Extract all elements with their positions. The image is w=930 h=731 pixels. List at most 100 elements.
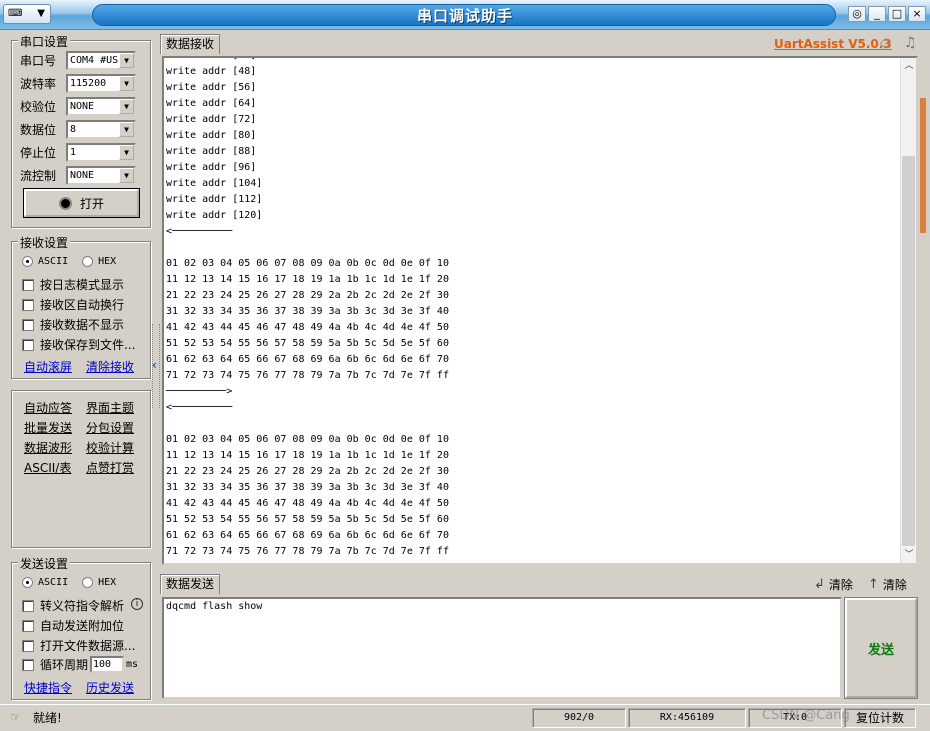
receive-hex-label: HEX bbox=[98, 256, 117, 267]
scroll-down-icon[interactable]: ﹀ bbox=[901, 547, 916, 563]
checkbox-icon bbox=[22, 318, 34, 331]
baud-select[interactable]: 115200 ▼ bbox=[66, 73, 136, 93]
port-select[interactable]: COM4 #USI ▼ bbox=[66, 50, 136, 70]
checkbox-icon bbox=[22, 338, 34, 351]
flow-select[interactable]: NONE ▼ bbox=[66, 165, 136, 185]
auto-wrap-checkbox[interactable]: 接收区自动换行 bbox=[22, 296, 124, 313]
checkbox-icon bbox=[22, 619, 34, 632]
send-history-link[interactable]: 历史发送 bbox=[86, 679, 134, 696]
status-icon: ☞ bbox=[10, 710, 21, 724]
stopbits-label: 停止位 bbox=[20, 145, 57, 160]
chevron-down-icon: ▼ bbox=[119, 52, 134, 68]
scroll-up-icon[interactable]: ︿ bbox=[901, 58, 916, 74]
pin-button[interactable]: ◎ bbox=[848, 6, 866, 22]
parity-value: NONE bbox=[70, 100, 95, 112]
chevron-down-icon: ▼ bbox=[119, 167, 134, 183]
file-source-label: 打开文件数据源... bbox=[40, 639, 136, 653]
chevron-down-icon: ▼ bbox=[119, 121, 134, 137]
cycle-input[interactable]: 100 bbox=[90, 656, 125, 673]
scroll-thumb[interactable] bbox=[902, 156, 915, 546]
save-to-file-checkbox[interactable]: 接收保存到文件... bbox=[22, 336, 135, 353]
hide-data-label: 接收数据不显示 bbox=[40, 318, 125, 332]
send-hex-label: HEX bbox=[98, 577, 117, 588]
file-source-checkbox[interactable]: 打开文件数据源... bbox=[22, 637, 135, 654]
maximize-button[interactable]: □ bbox=[888, 6, 906, 22]
port-value: COM4 #USI bbox=[70, 54, 125, 66]
reset-count-button[interactable]: 复位计数 bbox=[844, 708, 916, 728]
chevron-left-icon: ‹ bbox=[152, 358, 157, 372]
close-button[interactable]: × bbox=[908, 6, 926, 22]
cycle-unit: ms bbox=[126, 659, 139, 670]
watermark: CSDN @Cang bbox=[762, 708, 850, 723]
checksum-link[interactable]: 校验计算 bbox=[86, 439, 134, 456]
clear-receive-link[interactable]: 清除接收 bbox=[86, 358, 134, 375]
serial-settings-title: 串口设置 bbox=[18, 33, 71, 50]
save-to-file-label: 接收保存到文件... bbox=[40, 338, 136, 352]
record-icon bbox=[58, 196, 72, 210]
databits-label: 数据位 bbox=[20, 122, 57, 137]
databits-select[interactable]: 8 ▼ bbox=[66, 119, 136, 139]
escape-parse-checkbox[interactable]: 转义符指令解析 bbox=[22, 597, 124, 614]
receive-settings-title: 接收设置 bbox=[18, 234, 71, 251]
receive-textarea[interactable]: write addr [40] write addr [48] write ad… bbox=[162, 56, 918, 565]
diamond-icon[interactable]: ◇ bbox=[880, 35, 891, 51]
databits-value: 8 bbox=[70, 123, 77, 135]
packet-settings-link[interactable]: 分包设置 bbox=[86, 419, 134, 436]
tab-send[interactable]: 数据发送 bbox=[160, 574, 221, 594]
hide-data-checkbox[interactable]: 接收数据不显示 bbox=[22, 316, 124, 333]
baud-label: 波特率 bbox=[20, 76, 57, 91]
append-bits-checkbox[interactable]: 自动发送附加位 bbox=[22, 617, 124, 634]
minimize-button[interactable]: _ bbox=[868, 6, 886, 22]
send-ascii-radio[interactable]: ASCII bbox=[22, 577, 68, 588]
flow-label: 流控制 bbox=[20, 168, 57, 183]
checkbox-icon bbox=[22, 278, 34, 291]
append-bits-label: 自动发送附加位 bbox=[40, 619, 125, 633]
theme-link[interactable]: 界面主题 bbox=[86, 399, 134, 416]
port-label: 串口号 bbox=[20, 53, 57, 68]
receive-ascii-radio[interactable]: ASCII bbox=[22, 256, 68, 267]
send-settings-group: 发送设置 ASCII HEX 转义符指令解析 i 自动发送附加位 打开文件数据源… bbox=[11, 555, 151, 700]
open-port-label: 打开 bbox=[79, 196, 104, 211]
send-textarea[interactable]: dqcmd flash show bbox=[162, 597, 842, 699]
waveform-link[interactable]: 数据波形 bbox=[24, 439, 72, 456]
receive-ascii-label: ASCII bbox=[38, 256, 69, 267]
log-mode-label: 按日志模式显示 bbox=[40, 278, 125, 292]
chevron-down-icon: ▼ bbox=[119, 75, 134, 91]
donate-link[interactable]: 点赞打赏 bbox=[86, 459, 134, 476]
auto-reply-link[interactable]: 自动应答 bbox=[24, 399, 72, 416]
checkbox-icon bbox=[22, 639, 34, 652]
clear-send-button-1[interactable]: ↲ 清除 bbox=[814, 576, 853, 593]
cycle-checkbox[interactable]: 循环周期 100 ms bbox=[22, 656, 138, 673]
ascii-table-link[interactable]: ASCII/表 bbox=[24, 459, 71, 476]
window-title: 串口调试助手 bbox=[416, 7, 513, 25]
baud-value: 115200 bbox=[70, 77, 107, 89]
batch-send-link[interactable]: 批量发送 bbox=[24, 419, 72, 436]
open-port-button[interactable]: 打开 bbox=[23, 188, 140, 218]
receive-settings-group: 接收设置 ASCII HEX 按日志模式显示 接收区自动换行 接收数据不显示 接… bbox=[11, 234, 151, 379]
parity-select[interactable]: NONE ▼ bbox=[66, 96, 136, 116]
log-mode-checkbox[interactable]: 按日志模式显示 bbox=[22, 276, 124, 293]
info-icon[interactable]: i bbox=[131, 598, 143, 610]
stopbits-select[interactable]: 1 ▼ bbox=[66, 142, 136, 162]
checkbox-icon bbox=[22, 658, 34, 671]
clear-send-button-2[interactable]: ↑ 清除 bbox=[868, 576, 907, 593]
title-bar: ⌨ ▼ 串口调试助手 ◎ _ □ × bbox=[0, 0, 930, 30]
counter-cell: 902/0 bbox=[532, 708, 626, 728]
checkbox-icon bbox=[22, 599, 34, 612]
receive-scrollbar[interactable]: ︿ ﹀ bbox=[900, 58, 916, 563]
tab-receive[interactable]: 数据接收 bbox=[160, 34, 221, 54]
receive-hex-radio[interactable]: HEX bbox=[82, 256, 116, 267]
send-button[interactable]: 发送 bbox=[844, 597, 918, 699]
brand-link[interactable]: UartAssist V5.0.3 bbox=[774, 37, 892, 51]
radio-icon bbox=[82, 577, 94, 588]
bell-icon[interactable]: ♫ bbox=[904, 35, 917, 51]
radio-selected-icon bbox=[22, 256, 33, 267]
panel-collapse-handle[interactable]: ‹ bbox=[152, 324, 160, 408]
clear-arrow-icon: ↲ bbox=[814, 577, 825, 592]
send-hex-radio[interactable]: HEX bbox=[82, 577, 116, 588]
quick-command-link[interactable]: 快捷指令 bbox=[24, 679, 72, 696]
auto-scroll-link[interactable]: 自动滚屏 bbox=[24, 358, 72, 375]
status-bar: ☞ 就绪! 902/0 RX:456109 TX:0 复位计数 CSDN @Ca… bbox=[0, 704, 930, 731]
send-ascii-label: ASCII bbox=[38, 577, 69, 588]
flow-value: NONE bbox=[70, 169, 95, 181]
